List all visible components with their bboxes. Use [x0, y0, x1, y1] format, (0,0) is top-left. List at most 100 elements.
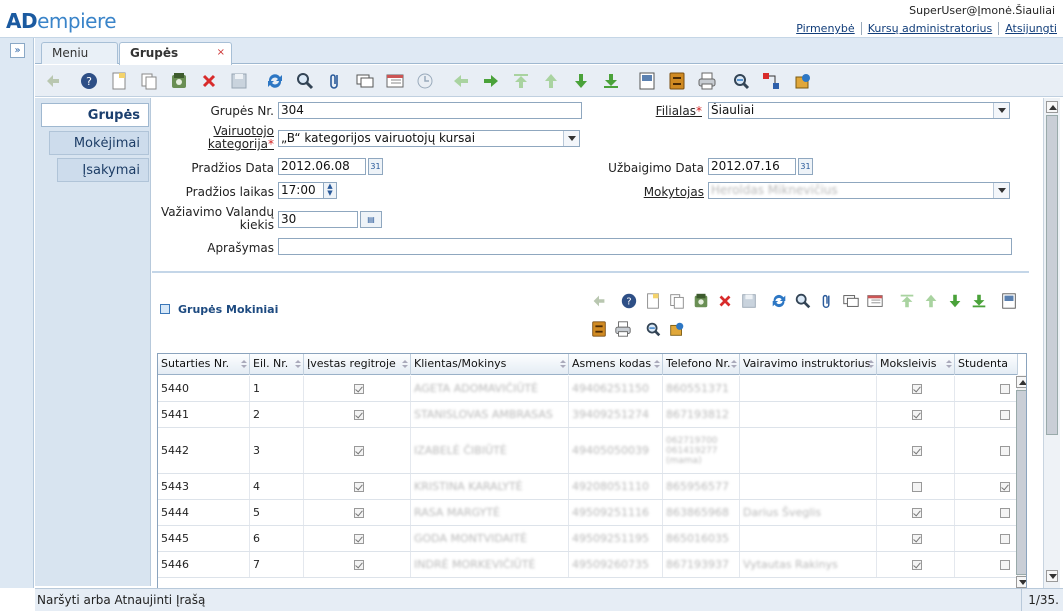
- sort-icon[interactable]: [402, 360, 408, 369]
- calendar-icon[interactable]: 31: [368, 158, 383, 175]
- logout-link[interactable]: Atsijungti: [999, 22, 1057, 35]
- col-moksleivis-cell[interactable]: [877, 500, 955, 525]
- sort-icon[interactable]: [731, 360, 737, 369]
- sort-icon[interactable]: [560, 360, 566, 369]
- col-moksleivis-header[interactable]: Moksleivis: [877, 354, 955, 375]
- col-studentas-cell[interactable]: [955, 474, 1018, 499]
- detail-report-icon[interactable]: [1000, 292, 1018, 310]
- next-icon[interactable]: [481, 71, 501, 91]
- checkbox[interactable]: [912, 481, 922, 492]
- table-row[interactable]: 5446 7 INDRĖ MORKEVIČIŪTĖ 49509260735 867193…: [158, 552, 1018, 578]
- chevron-down-icon[interactable]: [563, 131, 579, 146]
- checkbox[interactable]: [1000, 383, 1010, 394]
- col-moksleivis-cell[interactable]: [877, 474, 955, 499]
- history-icon[interactable]: [415, 71, 435, 91]
- checkbox[interactable]: [912, 559, 922, 570]
- detail-process-icon[interactable]: [668, 320, 686, 338]
- detail-refresh-icon[interactable]: [770, 292, 788, 310]
- zoom-across-icon[interactable]: [731, 71, 751, 91]
- checkbox[interactable]: [1000, 533, 1010, 544]
- table-row[interactable]: 5442 3 IZABELĖ ČIBIŪTĖ 49405050039 062719700…: [158, 428, 1018, 474]
- col-eil-nr-header[interactable]: Eil. Nr.: [250, 354, 304, 375]
- previous-icon[interactable]: [451, 71, 471, 91]
- checkbox[interactable]: [912, 507, 922, 518]
- scroll-thumb[interactable]: [1046, 115, 1058, 435]
- col-vairavimo-instruktorius-header[interactable]: Vairavimo instruktorius: [740, 354, 877, 375]
- detail-find-icon[interactable]: [794, 292, 812, 310]
- nav-tab-mokejimai[interactable]: Mokėjimai: [49, 131, 149, 155]
- col-ivestas-registroje-cell[interactable]: [304, 428, 411, 473]
- detail-last-icon[interactable]: [970, 292, 988, 310]
- col-asmens-kodas-header[interactable]: Asmens kodas: [569, 354, 663, 375]
- help-icon[interactable]: ?: [79, 71, 99, 91]
- uzbaigimo-data-field[interactable]: 2012.07.16: [708, 158, 796, 175]
- detail-save-as-icon[interactable]: [692, 292, 710, 310]
- delete-icon[interactable]: [199, 71, 219, 91]
- preferences-link[interactable]: Pirmenybė: [790, 22, 862, 35]
- scroll-down-icon[interactable]: [1046, 570, 1058, 582]
- new-icon[interactable]: [109, 71, 129, 91]
- tab-menu[interactable]: Meniu (9): [41, 42, 118, 80]
- col-ivestas-registroje-header[interactable]: Įvestas regitroje: [304, 354, 411, 375]
- save-icon[interactable]: [229, 71, 249, 91]
- col-studentas-cell[interactable]: [955, 552, 1018, 577]
- last-icon[interactable]: [601, 71, 621, 91]
- col-moksleivis-cell[interactable]: [877, 376, 955, 401]
- print-icon[interactable]: [697, 71, 717, 91]
- vaziavimo-valandu-field[interactable]: 30: [278, 211, 358, 228]
- col-ivestas-registroje-cell[interactable]: [304, 474, 411, 499]
- nav-tab-grupes[interactable]: Grupės: [41, 103, 149, 127]
- checkbox[interactable]: [1000, 409, 1010, 420]
- filialas-select[interactable]: Šiauliai: [708, 102, 1010, 119]
- table-row[interactable]: 5441 2 STANISLOVAS AMBRASAS 39409251274 8671…: [158, 402, 1018, 428]
- detail-help-icon[interactable]: ?: [620, 292, 638, 310]
- checkbox[interactable]: [353, 481, 364, 492]
- pradzios-data-field[interactable]: 2012.06.08: [278, 158, 366, 175]
- grid-vertical-scrollbar[interactable]: [1016, 375, 1026, 588]
- col-klientas-header[interactable]: Klientas/Mokinys: [411, 354, 569, 375]
- save-as-icon[interactable]: [169, 71, 189, 91]
- calendar-icon[interactable]: 31: [798, 158, 813, 175]
- grupes-nr-field[interactable]: 304: [278, 102, 582, 119]
- checkbox[interactable]: [912, 445, 922, 456]
- first-icon[interactable]: [511, 71, 531, 91]
- sort-icon[interactable]: [295, 360, 301, 369]
- col-ivestas-registroje-cell[interactable]: [304, 526, 411, 551]
- sort-icon[interactable]: [946, 360, 952, 369]
- workflow-icon[interactable]: [761, 71, 781, 91]
- checkbox[interactable]: [1000, 507, 1010, 518]
- detail-save-icon[interactable]: [740, 292, 758, 310]
- col-moksleivis-cell[interactable]: [877, 526, 955, 551]
- vairuotojo-kategorija-select[interactable]: „B“ kategorijos vairuotojų kursai: [278, 130, 580, 147]
- checkbox[interactable]: [1000, 559, 1010, 570]
- checkbox[interactable]: [353, 383, 364, 394]
- col-moksleivis-cell[interactable]: [877, 402, 955, 427]
- col-studentas-cell[interactable]: [955, 428, 1018, 473]
- col-ivestas-registroje-cell[interactable]: [304, 500, 411, 525]
- table-row[interactable]: 5443 4 KRISTINA KARALYTĖ 49208051110 8659565…: [158, 474, 1018, 500]
- checkbox[interactable]: [912, 383, 922, 394]
- col-moksleivis-cell[interactable]: [877, 428, 955, 473]
- chevron-down-icon[interactable]: [993, 103, 1009, 118]
- role-link[interactable]: Kursų administratorius: [862, 22, 1000, 35]
- checkbox[interactable]: [353, 507, 364, 518]
- sort-icon[interactable]: [868, 360, 874, 369]
- detail-new-icon[interactable]: [644, 292, 662, 310]
- checkbox[interactable]: [353, 409, 364, 420]
- detail-print-icon[interactable]: [614, 320, 632, 338]
- nav-tab-isakymai[interactable]: Įsakymai: [57, 158, 149, 182]
- tab-grupes[interactable]: Grupės ×: [119, 42, 232, 65]
- col-ivestas-registroje-cell[interactable]: [304, 376, 411, 401]
- detail-zoom-across-icon[interactable]: [644, 320, 662, 338]
- collapse-icon[interactable]: [160, 304, 170, 314]
- checkbox[interactable]: [1000, 481, 1010, 492]
- col-studentas-cell[interactable]: [955, 500, 1018, 525]
- close-tab-icon[interactable]: ×: [217, 43, 225, 63]
- col-studentas-cell[interactable]: [955, 526, 1018, 551]
- detail-archive-icon[interactable]: [590, 320, 608, 338]
- attachment-icon[interactable]: [325, 71, 345, 91]
- sort-icon[interactable]: [654, 360, 660, 369]
- table-row[interactable]: 5445 6 GODA MONTVIDAITĖ 49509251195 86501603…: [158, 526, 1018, 552]
- scroll-up-icon[interactable]: [1016, 376, 1026, 388]
- form-vertical-scrollbar[interactable]: [1043, 98, 1060, 588]
